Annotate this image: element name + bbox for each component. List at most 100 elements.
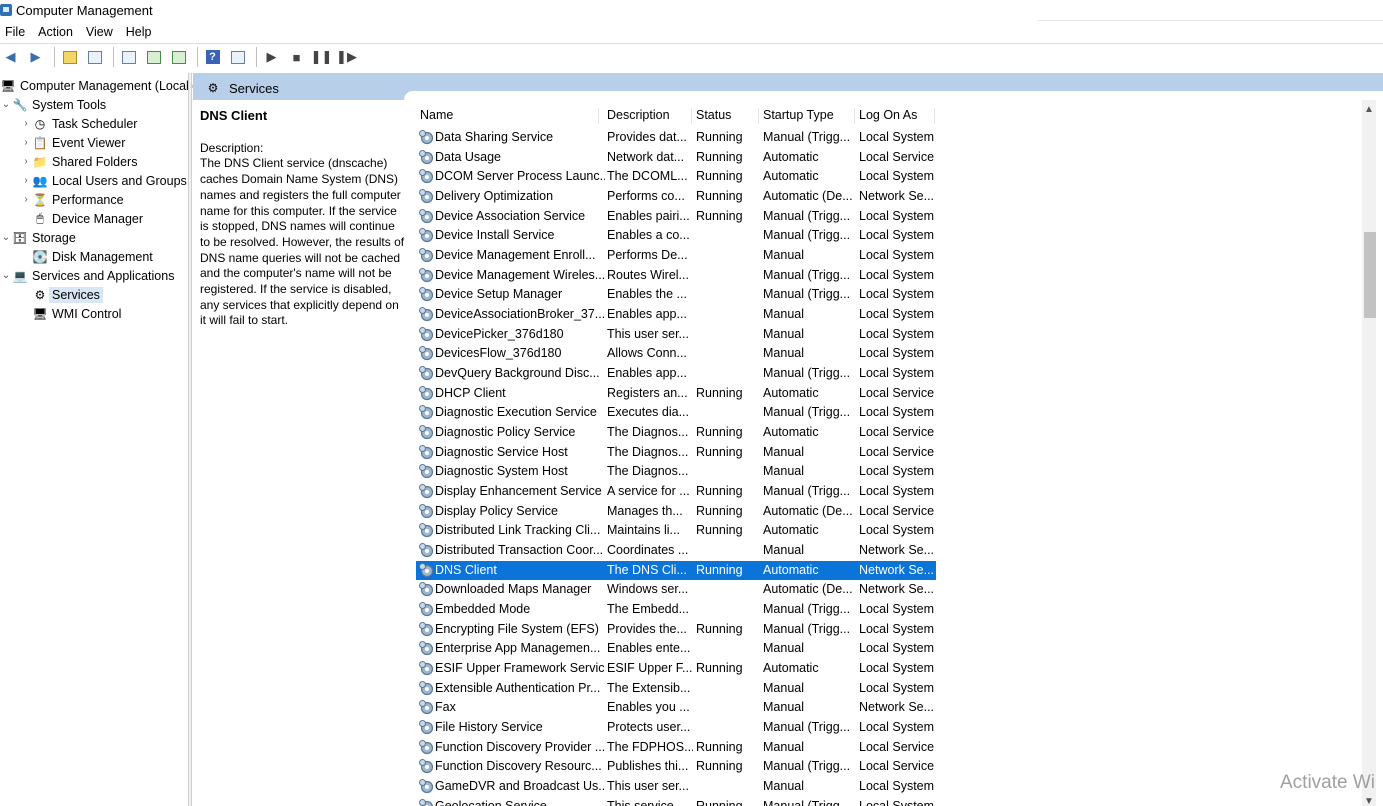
table-row[interactable]: GameDVR and Broadcast Us... This user ser… — [416, 777, 1136, 796]
table-row[interactable]: Diagnostic System Host The Diagnos... Manu… — [416, 462, 1136, 481]
vertical-scrollbar[interactable]: ▲ ▼ — [1362, 100, 1376, 806]
restart-service-icon[interactable]: ❚▶ — [336, 47, 357, 67]
table-row[interactable]: Downloaded Maps Manager Windows ser... Aut… — [416, 580, 1136, 599]
show-action-pane-icon[interactable] — [227, 47, 248, 67]
column-header-status[interactable]: Status — [692, 108, 759, 124]
menu-help[interactable]: Help — [121, 25, 160, 39]
table-row[interactable]: Data Sharing Service Provides dat... Runni… — [416, 128, 1136, 147]
chevron-down-icon[interactable]: ⌄ — [0, 232, 12, 243]
table-row[interactable]: Diagnostic Policy Service The Diagnos... R… — [416, 423, 1136, 442]
table-row[interactable]: Device Management Wireles... Routes Wirel… — [416, 266, 1136, 285]
service-startup-type: Manual — [763, 326, 804, 341]
chevron-down-icon[interactable]: ⌄ — [0, 99, 12, 110]
column-header-description[interactable]: Description — [603, 108, 692, 124]
table-row[interactable]: Device Setup Manager Enables the ... Manua… — [416, 285, 1136, 304]
tree-item-shared-folders[interactable]: › 📁 Shared Folders — [20, 152, 137, 171]
table-row[interactable]: Extensible Authentication Pr... The Exten… — [416, 679, 1136, 698]
service-log-on-as: Local System — [859, 484, 935, 499]
table-row[interactable]: DevicesFlow_376d180 Allows Conn... Manual L… — [416, 344, 1136, 363]
tree-item-storage[interactable]: ⌄ 🗄 Storage — [0, 228, 76, 247]
service-startup-type: Manual (Trigg... — [763, 130, 851, 144]
export-list-icon[interactable] — [168, 47, 189, 67]
table-row[interactable]: Function Discovery Provider ... The FDPHO… — [416, 738, 1136, 757]
tree-item-services-and-applications[interactable]: ⌄ 💻 Services and Applications — [0, 266, 175, 285]
table-row[interactable]: Enterprise App Managemen... Enables ente.… — [416, 639, 1136, 658]
tree-item-event-viewer[interactable]: › 📋 Event Viewer — [20, 133, 125, 152]
table-row[interactable]: Geolocation Service This service ... Runni… — [416, 797, 1136, 806]
up-folder-icon[interactable] — [59, 47, 80, 67]
chevron-right-icon[interactable]: › — [20, 175, 32, 186]
refresh-icon[interactable] — [143, 47, 164, 67]
table-row[interactable]: Display Enhancement Service A service for… — [416, 482, 1136, 501]
back-arrow-icon[interactable]: ◀ — [0, 47, 21, 67]
service-name: Geolocation Service — [435, 798, 547, 806]
service-description: The Diagnos... — [607, 464, 689, 479]
tree-item-task-scheduler[interactable]: › ◷ Task Scheduler — [20, 114, 137, 133]
service-gear-icon — [419, 130, 434, 145]
table-row[interactable]: Display Policy Service Manages th... Runni… — [416, 502, 1136, 521]
pane-splitter[interactable] — [189, 73, 192, 806]
table-row[interactable]: File History Service Protects user... Manu… — [416, 718, 1136, 737]
menu-action[interactable]: Action — [33, 25, 81, 39]
service-log-on-as: Local System — [859, 366, 935, 381]
chevron-right-icon[interactable]: › — [20, 156, 32, 167]
chevron-down-icon[interactable]: ⌄ — [0, 270, 12, 281]
chevron-right-icon[interactable]: › — [20, 118, 32, 129]
service-name: DevicesFlow_376d180 — [435, 346, 562, 361]
table-row[interactable]: Delivery Optimization Performs co... Runni… — [416, 187, 1136, 206]
table-row[interactable]: Embedded Mode The Embedd... Manual (Trigg.… — [416, 600, 1136, 619]
help-icon[interactable]: ? — [202, 47, 223, 67]
chevron-right-icon[interactable]: › — [20, 194, 32, 205]
service-name: Device Management Enroll... — [435, 248, 596, 263]
table-row[interactable]: ESIF Upper Framework Service ESIF Upper F… — [416, 659, 1136, 678]
table-row[interactable]: Encrypting File System (EFS) Provides the… — [416, 620, 1136, 639]
table-row[interactable]: DHCP Client Registers an... Running Automat… — [416, 384, 1136, 403]
show-console-tree-icon[interactable] — [84, 47, 105, 67]
pause-service-icon[interactable]: ❚❚ — [311, 47, 333, 67]
chevron-right-icon[interactable]: › — [20, 137, 32, 148]
table-row[interactable]: DevQuery Background Disc... Enables app..… — [416, 364, 1136, 383]
scroll-down-icon[interactable]: ▼ — [1362, 796, 1376, 806]
column-header-label: Log On As — [859, 108, 918, 122]
service-log-on-as: Local System — [859, 248, 935, 263]
menu-view[interactable]: View — [81, 25, 121, 39]
tree-item-wmi-control[interactable]: 🖥 WMI Control — [32, 304, 121, 323]
service-name: Diagnostic Policy Service — [435, 425, 576, 440]
menu-file[interactable]: File — [0, 25, 33, 39]
table-row[interactable]: Device Install Service Enables a co... Man… — [416, 226, 1136, 245]
table-row[interactable]: Distributed Link Tracking Cli... Maintain… — [416, 521, 1136, 540]
table-row[interactable]: Fax Enables you ... Manual Network Se... — [416, 698, 1136, 717]
tree-item-device-manager[interactable]: 🖱 Device Manager — [32, 209, 143, 228]
table-row[interactable]: Diagnostic Service Host The Diagnos... Run… — [416, 443, 1136, 462]
forward-arrow-icon[interactable]: ▶ — [25, 47, 46, 67]
start-service-icon[interactable]: ▶ — [261, 47, 282, 67]
table-row[interactable]: Data Usage Network dat... Running Automatic… — [416, 148, 1136, 167]
tree-item-computer-management[interactable]: 🖥 Computer Management (Local) — [0, 76, 193, 95]
tree-item-services[interactable]: ⚙ Services — [32, 285, 103, 304]
column-header-log-on-as[interactable]: Log On As — [855, 108, 935, 124]
column-header-startup-type[interactable]: Startup Type — [759, 108, 855, 124]
column-header-name[interactable]: Name ⌃ — [416, 108, 599, 124]
table-row[interactable]: DevicePicker_376d180 This user ser... Manu… — [416, 325, 1136, 344]
service-name: Embedded Mode — [435, 602, 531, 617]
tree-item-system-tools[interactable]: ⌄ 🔧 System Tools — [0, 95, 106, 114]
column-header-label: Status — [696, 108, 732, 122]
tree-item-local-users[interactable]: › 👥 Local Users and Groups — [20, 171, 186, 190]
stop-service-icon[interactable]: ■ — [286, 47, 307, 67]
tree-item-performance[interactable]: › ⏳ Performance — [20, 190, 123, 209]
table-row[interactable]: Device Management Enroll... Performs De..… — [416, 246, 1136, 265]
tree-item-disk-management[interactable]: 💽 Disk Management — [32, 247, 153, 266]
scrollbar-thumb[interactable] — [1364, 232, 1376, 318]
service-gear-icon — [419, 602, 434, 617]
service-description: Performs co... — [607, 189, 685, 203]
table-row[interactable]: Function Discovery Resourc... Publishes t… — [416, 757, 1136, 776]
scroll-up-icon[interactable]: ▲ — [1362, 104, 1376, 115]
table-row[interactable]: DCOM Server Process Launc... The DCOML...… — [416, 167, 1136, 186]
table-row[interactable]: DeviceAssociationBroker_37... Enables app… — [416, 305, 1136, 324]
table-row[interactable]: Diagnostic Execution Service Executes dia… — [416, 403, 1136, 422]
table-row[interactable]: Distributed Transaction Coor... Coordinat… — [416, 541, 1136, 560]
table-row[interactable]: DNS Client The DNS Cli... Running Automatic… — [416, 560, 936, 580]
properties-icon[interactable] — [118, 47, 139, 67]
service-gear-icon — [419, 425, 434, 440]
table-row[interactable]: Device Association Service Enables pairi.… — [416, 207, 1136, 226]
